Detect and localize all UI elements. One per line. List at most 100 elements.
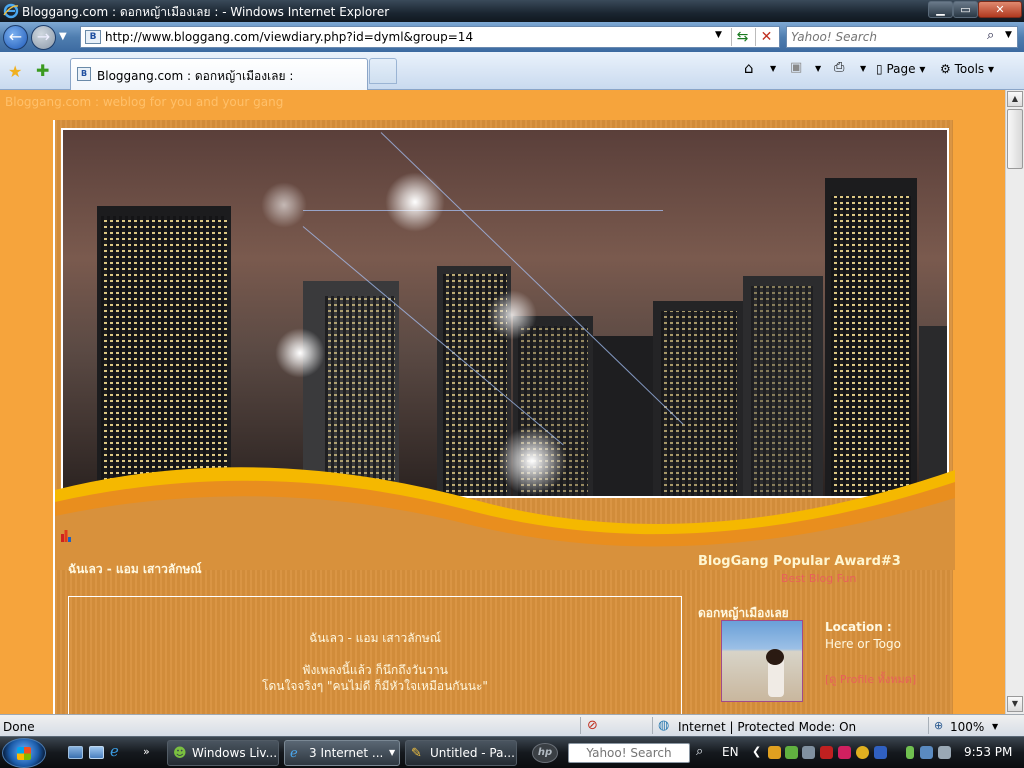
- address-bar[interactable]: B ▼ ⇆ ✕: [80, 26, 780, 48]
- favorites-star-icon[interactable]: ★: [8, 62, 22, 81]
- tab-command-bar: ★ ✚ B Bloggang.com : ดอกหญ้าเมืองเลย : ⌂…: [0, 52, 1024, 90]
- forward-arrow-icon: →: [36, 27, 51, 46]
- page-icon: ▯: [876, 62, 883, 76]
- taskbar-search-icon[interactable]: ⌕: [696, 744, 703, 759]
- light-flare: [487, 290, 537, 340]
- zoom-level[interactable]: 100%: [950, 720, 984, 734]
- url-input[interactable]: [105, 29, 715, 45]
- volume-icon[interactable]: [938, 746, 951, 759]
- scroll-down-button[interactable]: ▼: [1007, 696, 1023, 712]
- status-divider: [928, 717, 929, 734]
- blogger-avatar[interactable]: [721, 620, 803, 702]
- windows-logo-icon: [17, 747, 31, 760]
- post-title: ฉันเลว - แอม เสาวลักษณ์: [68, 562, 202, 576]
- clock[interactable]: 9:53 PM: [964, 745, 1012, 759]
- globe-icon: ◍: [658, 718, 670, 733]
- ie-quicklaunch-icon[interactable]: ℯ: [110, 742, 125, 760]
- address-dropdown-icon[interactable]: ▼: [715, 30, 722, 40]
- light-flare: [275, 328, 325, 378]
- tray-app-icon[interactable]: [785, 746, 798, 759]
- refresh-icon: ⇆: [736, 29, 749, 45]
- start-button[interactable]: [2, 738, 46, 768]
- tray-app-icon[interactable]: [838, 746, 851, 759]
- language-indicator[interactable]: EN: [722, 745, 739, 759]
- tools-menu[interactable]: ⚙ Tools ▾: [940, 62, 994, 76]
- avatar-hair: [766, 649, 784, 665]
- close-button[interactable]: ✕: [978, 1, 1022, 18]
- home-dropdown-icon[interactable]: ▼: [770, 64, 776, 73]
- window-title-bar[interactable]: Bloggang.com : ดอกหญ้าเมืองเลย : - Windo…: [0, 0, 1024, 22]
- tab-favicon-icon: B: [77, 67, 91, 81]
- page-menu[interactable]: ▯ Page ▾: [876, 62, 925, 76]
- new-tab-button[interactable]: [369, 58, 397, 84]
- task-label: Untitled - Pa...: [430, 746, 515, 760]
- security-zone-text[interactable]: Internet | Protected Mode: On: [678, 720, 856, 734]
- page-menu-label: Page: [886, 62, 916, 76]
- battery-icon[interactable]: [906, 746, 914, 759]
- taskbar: ℯ » ☻ Windows Liv... ℯ 3 Internet ... ▼ …: [0, 736, 1024, 768]
- recent-pages-dropdown-icon[interactable]: ▼: [59, 31, 67, 42]
- minimize-button[interactable]: ▁: [928, 1, 953, 18]
- navigation-bar: ← → ▼ B ▼ ⇆ ✕ ⌕ ▼: [0, 22, 1024, 52]
- taskbar-button-paint[interactable]: ✎ Untitled - Pa...: [405, 740, 517, 766]
- switch-windows-icon[interactable]: [89, 746, 104, 759]
- scroll-thumb[interactable]: [1007, 109, 1023, 169]
- tray-app-icon[interactable]: [802, 746, 815, 759]
- light-ray: [303, 210, 663, 211]
- maximize-button[interactable]: ▭: [953, 1, 978, 18]
- window-title: Bloggang.com : ดอกหญ้าเมืองเลย : - Windo…: [22, 5, 390, 19]
- profile-link[interactable]: [ดู Profile ทั้งหมด]: [825, 670, 916, 688]
- location-value: Here or Togo: [825, 637, 901, 651]
- blog-frame: ฉันเลว - แอม เสาวลักษณ์ ฉันเลว - แอม เสา…: [53, 120, 955, 714]
- paint-icon: ✎: [411, 746, 422, 761]
- tray-app-icon[interactable]: [820, 746, 833, 759]
- ie-logo-icon: [3, 3, 19, 19]
- hp-logo-icon[interactable]: hp: [532, 743, 558, 763]
- site-favicon-icon: B: [85, 30, 101, 44]
- forward-button[interactable]: →: [31, 25, 56, 50]
- tray-app-icon[interactable]: [856, 746, 869, 759]
- print-dropdown-icon[interactable]: ▼: [860, 64, 866, 73]
- stop-button[interactable]: ✕: [755, 28, 777, 46]
- award-link[interactable]: Best Blog Fun: [781, 572, 856, 585]
- light-flare: [261, 182, 307, 228]
- add-favorites-icon[interactable]: ✚: [36, 61, 49, 80]
- status-bar: Done ⊘ ◍ Internet | Protected Mode: On ⊕…: [0, 714, 1024, 736]
- scroll-up-button[interactable]: ▲: [1007, 91, 1023, 107]
- print-icon[interactable]: ⎙: [834, 60, 844, 75]
- search-icon[interactable]: ⌕: [987, 28, 994, 43]
- show-desktop-icon[interactable]: [68, 746, 83, 759]
- tray-expand-icon[interactable]: ❮: [752, 745, 761, 758]
- ie-icon: ℯ: [290, 746, 298, 761]
- tab-bloggang[interactable]: B Bloggang.com : ดอกหญ้าเมืองเลย :: [70, 58, 368, 90]
- taskbar-search-box[interactable]: [568, 743, 690, 763]
- feeds-icon[interactable]: ▣: [790, 60, 802, 75]
- tray-app-icon[interactable]: [768, 746, 781, 759]
- vertical-scrollbar[interactable]: ▲ ▼: [1005, 90, 1024, 714]
- zoom-dropdown-icon[interactable]: ▼: [992, 722, 998, 731]
- status-divider: [652, 717, 653, 734]
- taskbar-button-internet-explorer[interactable]: ℯ 3 Internet ... ▼: [284, 740, 400, 766]
- search-options-dropdown-icon[interactable]: ▼: [1005, 30, 1012, 40]
- taskbar-search-input[interactable]: [569, 745, 689, 761]
- home-icon[interactable]: ⌂: [744, 59, 754, 77]
- location-label: Location :: [825, 620, 892, 634]
- quicklaunch-more-icon[interactable]: »: [143, 745, 150, 758]
- status-divider: [580, 717, 581, 734]
- zoom-icon: ⊕: [934, 719, 944, 732]
- tab-label: Bloggang.com : ดอกหญ้าเมืองเลย :: [97, 69, 294, 83]
- taskbar-button-windows-live[interactable]: ☻ Windows Liv...: [167, 740, 279, 766]
- popup-blocked-icon[interactable]: ⊘: [587, 718, 598, 733]
- group-dropdown-icon: ▼: [389, 748, 396, 757]
- blog-banner-image: [61, 128, 949, 498]
- search-box[interactable]: ⌕ ▼: [786, 26, 1018, 48]
- tray-app-icon[interactable]: [874, 746, 887, 759]
- post-content-box: ฉันเลว - แอม เสาวลักษณ์ ฟังเพลงนี้แล้ว ก…: [68, 596, 682, 714]
- back-arrow-icon: ←: [8, 27, 23, 46]
- refresh-button[interactable]: ⇆: [731, 28, 753, 46]
- network-icon[interactable]: [920, 746, 933, 759]
- search-input[interactable]: [791, 29, 981, 45]
- feeds-dropdown-icon[interactable]: ▼: [815, 64, 821, 73]
- back-button[interactable]: ←: [3, 25, 28, 50]
- banner-wave-decoration: [55, 467, 955, 570]
